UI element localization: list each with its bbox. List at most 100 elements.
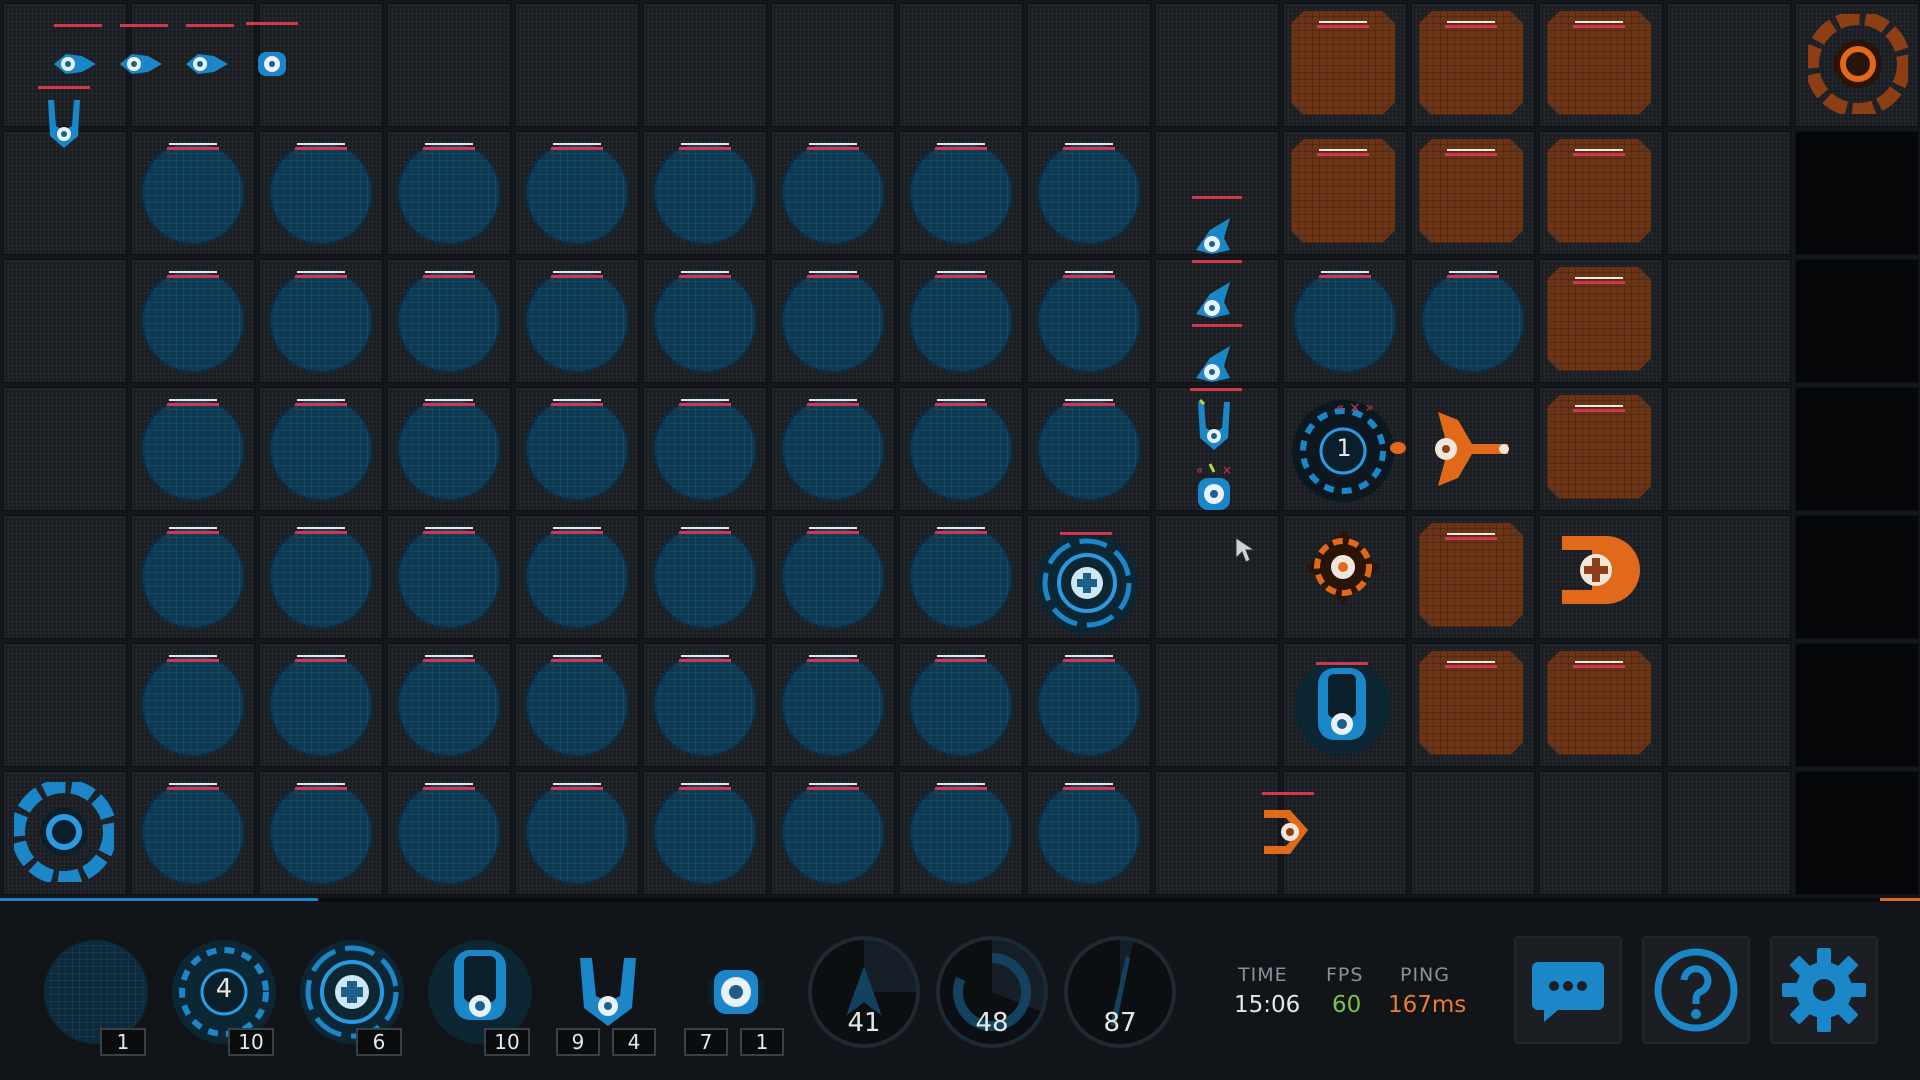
board-cell[interactable] bbox=[387, 3, 511, 127]
board-cell[interactable] bbox=[1155, 515, 1279, 639]
medic-unit-icon[interactable] bbox=[1034, 530, 1140, 636]
blue-tile[interactable] bbox=[269, 141, 373, 245]
board-cell[interactable] bbox=[1667, 643, 1791, 767]
blue-tile[interactable] bbox=[909, 397, 1013, 501]
blue-tile[interactable] bbox=[141, 781, 245, 885]
board-cell[interactable] bbox=[1795, 131, 1919, 255]
mouse-cursor[interactable] bbox=[1234, 536, 1258, 564]
scout-unit-icon[interactable] bbox=[184, 42, 230, 86]
blue-tile[interactable] bbox=[1037, 397, 1141, 501]
blue-tile[interactable] bbox=[653, 781, 757, 885]
blue-tile[interactable] bbox=[909, 653, 1013, 757]
scout-unit-icon[interactable] bbox=[1190, 338, 1240, 388]
blue-tile[interactable] bbox=[909, 525, 1013, 629]
blue-tile[interactable] bbox=[397, 397, 501, 501]
fighter-unit-icon[interactable] bbox=[42, 96, 86, 152]
board-cell[interactable] bbox=[1411, 771, 1535, 895]
blue-tile[interactable] bbox=[653, 269, 757, 373]
blue-tile[interactable] bbox=[525, 525, 629, 629]
blue-tile[interactable] bbox=[141, 525, 245, 629]
orange-gear-tower-icon[interactable] bbox=[1302, 526, 1384, 608]
blue-tile[interactable] bbox=[1037, 653, 1141, 757]
blue-tile[interactable] bbox=[1037, 141, 1141, 245]
blue-tile[interactable] bbox=[653, 397, 757, 501]
blue-tile[interactable] bbox=[1037, 781, 1141, 885]
blue-tile[interactable] bbox=[141, 653, 245, 757]
board-cell[interactable] bbox=[3, 259, 127, 383]
blue-tile[interactable] bbox=[909, 781, 1013, 885]
board-cell[interactable] bbox=[1667, 515, 1791, 639]
blue-tile[interactable] bbox=[653, 525, 757, 629]
board-cell[interactable] bbox=[1155, 3, 1279, 127]
blue-tile[interactable] bbox=[909, 269, 1013, 373]
board-cell[interactable] bbox=[899, 3, 1023, 127]
cannon-unit-icon[interactable] bbox=[1294, 654, 1390, 760]
board-cell[interactable] bbox=[3, 515, 127, 639]
blue-tile[interactable] bbox=[141, 397, 245, 501]
blue-tile[interactable] bbox=[653, 653, 757, 757]
board-cell[interactable] bbox=[3, 387, 127, 511]
blue-tile[interactable] bbox=[781, 269, 885, 373]
board-cell[interactable] bbox=[1795, 771, 1919, 895]
blue-tile[interactable] bbox=[909, 141, 1013, 245]
scout-unit-icon[interactable] bbox=[1190, 210, 1240, 260]
board-cell[interactable] bbox=[1795, 259, 1919, 383]
blue-tile[interactable] bbox=[397, 141, 501, 245]
blue-tile[interactable] bbox=[397, 781, 501, 885]
board-cell[interactable] bbox=[643, 3, 767, 127]
help-button[interactable] bbox=[1642, 936, 1750, 1044]
blue-tile[interactable] bbox=[397, 269, 501, 373]
board-cell[interactable] bbox=[1539, 771, 1663, 895]
blue-tile[interactable] bbox=[269, 269, 373, 373]
blue-tile[interactable] bbox=[653, 141, 757, 245]
blue-tile[interactable] bbox=[525, 141, 629, 245]
blue-tile[interactable] bbox=[269, 781, 373, 885]
blue-tile[interactable] bbox=[781, 781, 885, 885]
orange-fighter-icon[interactable] bbox=[1420, 404, 1516, 494]
blue-tile[interactable] bbox=[525, 397, 629, 501]
board-cell[interactable] bbox=[771, 3, 895, 127]
blue-tile[interactable] bbox=[781, 653, 885, 757]
blue-tile[interactable] bbox=[781, 141, 885, 245]
blue-tile[interactable] bbox=[397, 525, 501, 629]
drone-unit-icon[interactable] bbox=[252, 42, 292, 86]
board-cell[interactable] bbox=[1667, 3, 1791, 127]
blue-tile[interactable] bbox=[525, 653, 629, 757]
board-cell[interactable] bbox=[1667, 131, 1791, 255]
blue-tile[interactable] bbox=[1421, 269, 1525, 373]
board-cell[interactable] bbox=[3, 643, 127, 767]
orange-medic-icon[interactable] bbox=[1556, 526, 1642, 612]
board-cell[interactable] bbox=[1667, 259, 1791, 383]
chat-button[interactable] bbox=[1514, 936, 1622, 1044]
board-cell[interactable] bbox=[1667, 387, 1791, 511]
projectile-icon[interactable] bbox=[1388, 440, 1408, 456]
board-cell[interactable] bbox=[1155, 643, 1279, 767]
blue-base-icon[interactable] bbox=[14, 782, 114, 882]
blue-tile[interactable] bbox=[141, 269, 245, 373]
game-board[interactable]: «× « × » 1 bbox=[0, 0, 1920, 898]
settings-button[interactable] bbox=[1770, 936, 1878, 1044]
blue-tile[interactable] bbox=[397, 653, 501, 757]
blue-tile[interactable] bbox=[269, 397, 373, 501]
scout-unit-icon[interactable] bbox=[118, 42, 164, 86]
blue-tile[interactable] bbox=[525, 269, 629, 373]
orange-drone-icon[interactable] bbox=[1260, 802, 1320, 862]
board-cell[interactable] bbox=[515, 3, 639, 127]
blue-tile[interactable] bbox=[525, 781, 629, 885]
blue-tile[interactable] bbox=[269, 653, 373, 757]
board-cell[interactable] bbox=[1795, 515, 1919, 639]
blue-tile[interactable] bbox=[781, 397, 885, 501]
scout-unit-icon[interactable] bbox=[52, 42, 98, 86]
board-cell[interactable] bbox=[1667, 771, 1791, 895]
blue-tile[interactable] bbox=[141, 141, 245, 245]
blue-tile[interactable] bbox=[1293, 269, 1397, 373]
blue-tile[interactable] bbox=[781, 525, 885, 629]
board-cell[interactable] bbox=[1795, 643, 1919, 767]
fighter-unit-icon[interactable] bbox=[1192, 398, 1238, 452]
orange-base-icon[interactable] bbox=[1808, 14, 1908, 114]
blue-tile[interactable] bbox=[269, 525, 373, 629]
blue-tile[interactable] bbox=[1037, 269, 1141, 373]
drone-unit-icon[interactable]: «× bbox=[1192, 462, 1238, 518]
board-cell[interactable] bbox=[1795, 387, 1919, 511]
scout-unit-icon[interactable] bbox=[1190, 274, 1240, 324]
